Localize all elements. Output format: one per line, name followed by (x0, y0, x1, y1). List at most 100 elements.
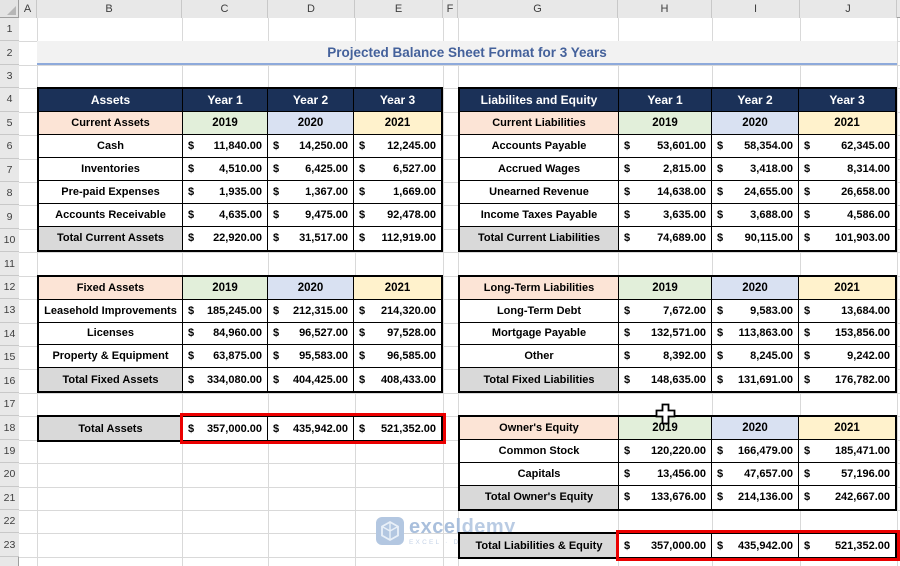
cell-value-liabilities-current-r4-c1[interactable]: $24,655.00 (712, 180, 799, 204)
cell-value-liabilities-current-r2-c0[interactable]: $53,601.00 (619, 135, 712, 158)
cell-value-liabilities-current-r4-c2[interactable]: $26,658.00 (799, 180, 895, 204)
cell-value-owners-equity-r0-c1[interactable]: 2020 (712, 417, 799, 441)
cell-value-liabilities-current-r3-c0[interactable]: $2,815.00 (619, 157, 712, 181)
cell-label-assets-fixed-r2[interactable]: Licenses (39, 322, 183, 346)
cell-label-liabilities-current-r0[interactable]: Liabilites and Equity (460, 89, 619, 113)
cell-label-assets-current-r5[interactable]: Accounts Receivable (39, 203, 183, 227)
cell-value-assets-current-r5-c1[interactable]: $9,475.00 (268, 203, 354, 227)
row-header-8[interactable]: 8 (0, 182, 19, 206)
cell-value-assets-current-r0-c1[interactable]: Year 2 (268, 89, 354, 113)
cell-value-assets-current-r2-c1[interactable]: $14,250.00 (268, 135, 354, 158)
cell-label-assets-current-r1[interactable]: Current Assets (39, 112, 183, 136)
column-header-g[interactable]: G (458, 0, 618, 18)
row-header-2[interactable]: 2 (0, 41, 19, 65)
row-header-1[interactable]: 1 (0, 18, 19, 42)
cell-label-assets-fixed-r1[interactable]: Leasehold Improvements (39, 299, 183, 323)
row-header-9[interactable]: 9 (0, 205, 19, 229)
row-header-17[interactable]: 17 (0, 392, 19, 417)
cell-label-total-liabilities-equity-r0[interactable]: Total Liabilities & Equity (460, 534, 619, 558)
cell-label-liabilities-current-r4[interactable]: Unearned Revenue (460, 180, 619, 204)
cell-value-liabilities-longterm-r0-c1[interactable]: 2020 (712, 276, 799, 300)
row-header-21[interactable]: 21 (0, 486, 19, 511)
cell-value-assets-fixed-r0-c2[interactable]: 2021 (354, 276, 441, 300)
cell-label-liabilities-longterm-r3[interactable]: Other (460, 345, 619, 369)
cell-value-liabilities-longterm-r0-c2[interactable]: 2021 (799, 276, 895, 300)
cell-label-assets-current-r6[interactable]: Total Current Assets (39, 226, 183, 250)
cell-label-assets-fixed-r3[interactable]: Property & Equipment (39, 345, 183, 369)
cell-label-assets-fixed-r4[interactable]: Total Fixed Assets (39, 368, 183, 392)
cell-value-liabilities-current-r3-c1[interactable]: $3,418.00 (712, 157, 799, 181)
row-header-16[interactable]: 16 (0, 369, 19, 393)
cell-label-liabilities-current-r5[interactable]: Income Taxes Payable (460, 203, 619, 227)
cell-label-assets-current-r4[interactable]: Pre-paid Expenses (39, 180, 183, 204)
cell-value-assets-current-r0-c2[interactable]: Year 3 (354, 89, 441, 113)
cell-value-assets-current-r1-c2[interactable]: 2021 (354, 112, 441, 136)
cell-value-assets-current-r0-c0[interactable]: Year 1 (183, 89, 268, 113)
cell-value-assets-fixed-r2-c1[interactable]: $96,527.00 (268, 322, 354, 346)
column-header-b[interactable]: B (37, 0, 182, 18)
cell-value-liabilities-current-r6-c0[interactable]: $74,689.00 (619, 226, 712, 250)
cell-value-owners-equity-r1-c2[interactable]: $185,471.00 (799, 440, 895, 464)
column-header-d[interactable]: D (268, 0, 355, 18)
row-header-6[interactable]: 6 (0, 135, 19, 159)
cell-value-owners-equity-r0-c0[interactable]: 2019 (619, 417, 712, 441)
cell-value-liabilities-current-r5-c1[interactable]: $3,688.00 (712, 203, 799, 227)
cell-value-liabilities-current-r0-c0[interactable]: Year 1 (619, 89, 712, 113)
cell-value-assets-current-r3-c2[interactable]: $6,527.00 (354, 157, 441, 181)
cell-value-assets-current-r4-c0[interactable]: $1,935.00 (183, 180, 268, 204)
cell-value-total-assets-r0-c0[interactable]: $357,000.00 (183, 417, 268, 441)
cell-value-liabilities-longterm-r0-c0[interactable]: 2019 (619, 276, 712, 300)
cell-value-liabilities-current-r0-c2[interactable]: Year 3 (799, 89, 895, 113)
cell-label-liabilities-longterm-r4[interactable]: Total Fixed Liabilities (460, 368, 619, 392)
cell-value-owners-equity-r2-c1[interactable]: $47,657.00 (712, 463, 799, 486)
cell-label-assets-current-r3[interactable]: Inventories (39, 157, 183, 181)
cell-value-assets-current-r1-c0[interactable]: 2019 (183, 112, 268, 136)
cell-value-total-assets-r0-c2[interactable]: $521,352.00 (354, 417, 441, 441)
row-header-7[interactable]: 7 (0, 158, 19, 182)
cell-value-assets-fixed-r1-c2[interactable]: $214,320.00 (354, 299, 441, 323)
cell-label-liabilities-current-r3[interactable]: Accrued Wages (460, 157, 619, 181)
cell-value-assets-fixed-r0-c0[interactable]: 2019 (183, 276, 268, 300)
cell-value-owners-equity-r1-c1[interactable]: $166,479.00 (712, 440, 799, 464)
cell-value-liabilities-current-r3-c2[interactable]: $8,314.00 (799, 157, 895, 181)
cell-value-liabilities-current-r5-c2[interactable]: $4,586.00 (799, 203, 895, 227)
cell-value-total-liabilities-equity-r0-c1[interactable]: $435,942.00 (712, 534, 799, 558)
cell-value-liabilities-longterm-r1-c1[interactable]: $9,583.00 (712, 299, 799, 323)
row-header-5[interactable]: 5 (0, 111, 19, 136)
cell-value-assets-current-r4-c2[interactable]: $1,669.00 (354, 180, 441, 204)
select-all-button[interactable] (0, 0, 19, 18)
column-header-j[interactable]: J (800, 0, 897, 18)
cell-label-liabilities-current-r1[interactable]: Current Liabilities (460, 112, 619, 136)
cell-label-liabilities-current-r6[interactable]: Total Current Liabilities (460, 226, 619, 250)
cell-value-liabilities-longterm-r2-c1[interactable]: $113,863.00 (712, 322, 799, 346)
row-header-14[interactable]: 14 (0, 322, 19, 346)
cell-value-liabilities-longterm-r2-c0[interactable]: $132,571.00 (619, 322, 712, 346)
cell-value-liabilities-longterm-r1-c0[interactable]: $7,672.00 (619, 299, 712, 323)
cell-value-assets-current-r2-c2[interactable]: $12,245.00 (354, 135, 441, 158)
cell-value-liabilities-current-r4-c0[interactable]: $14,638.00 (619, 180, 712, 204)
cell-value-assets-current-r6-c2[interactable]: $112,919.00 (354, 226, 441, 250)
cell-label-owners-equity-r0[interactable]: Owner's Equity (460, 417, 619, 441)
cell-label-owners-equity-r1[interactable]: Common Stock (460, 440, 619, 464)
cell-value-owners-equity-r2-c2[interactable]: $57,196.00 (799, 463, 895, 486)
row-header-10[interactable]: 10 (0, 228, 19, 253)
cell-value-assets-current-r6-c0[interactable]: $22,920.00 (183, 226, 268, 250)
column-header-a[interactable]: A (19, 0, 37, 18)
cell-label-assets-fixed-r0[interactable]: Fixed Assets (39, 276, 183, 300)
cell-value-liabilities-longterm-r3-c1[interactable]: $8,245.00 (712, 345, 799, 369)
cell-label-total-assets-r0[interactable]: Total Assets (39, 417, 183, 441)
cell-value-assets-current-r6-c1[interactable]: $31,517.00 (268, 226, 354, 250)
row-header-19[interactable]: 19 (0, 439, 19, 464)
cell-value-assets-current-r5-c2[interactable]: $92,478.00 (354, 203, 441, 227)
cell-label-liabilities-longterm-r1[interactable]: Long-Term Debt (460, 299, 619, 323)
cell-value-assets-fixed-r3-c1[interactable]: $95,583.00 (268, 345, 354, 369)
cell-value-liabilities-longterm-r4-c1[interactable]: $131,691.00 (712, 368, 799, 392)
column-header-f[interactable]: F (443, 0, 458, 18)
cell-value-assets-fixed-r4-c0[interactable]: $334,080.00 (183, 368, 268, 392)
cell-value-assets-fixed-r1-c1[interactable]: $212,315.00 (268, 299, 354, 323)
row-header-13[interactable]: 13 (0, 299, 19, 323)
cell-value-liabilities-longterm-r2-c2[interactable]: $153,856.00 (799, 322, 895, 346)
cell-label-owners-equity-r2[interactable]: Capitals (460, 463, 619, 486)
row-header-4[interactable]: 4 (0, 88, 19, 112)
row-header-22[interactable]: 22 (0, 510, 19, 534)
